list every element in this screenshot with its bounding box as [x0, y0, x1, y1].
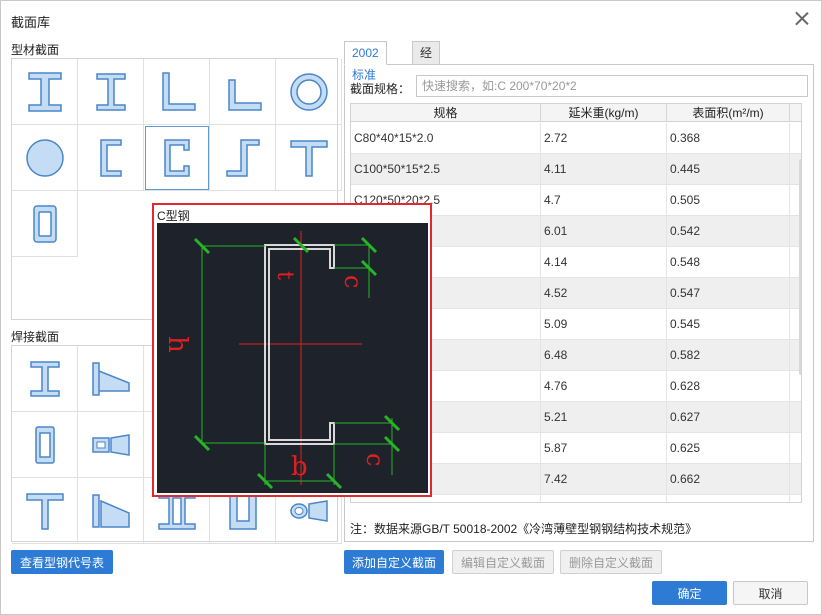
welded-tapered-i-item[interactable]	[78, 346, 144, 412]
cell-area: 0.582	[667, 340, 790, 371]
table-scrollbar[interactable]	[799, 159, 801, 375]
cell-weight: 4.52	[541, 278, 667, 309]
unequal-angle-item[interactable]	[210, 59, 276, 125]
tab-experience-data[interactable]: 经验数据	[412, 41, 441, 126]
section-library-dialog: 截面库 型材截面 焊接截面 查看型钢代号表 2002标准 经 截面规格： 快速搜…	[0, 0, 822, 615]
t-label: t	[272, 271, 297, 280]
tapered-box-icon	[91, 433, 130, 456]
rect-tube-item[interactable]	[12, 191, 78, 257]
i-beam-icon	[27, 71, 62, 112]
cell-weight: 6.01	[541, 216, 667, 247]
section-preview-popup: C型钢 h b t c c	[152, 203, 432, 497]
cell-spec: C80*40*15*2.0	[351, 123, 541, 154]
cell-spec: C100*50*15*2.5	[351, 154, 541, 185]
c-steel-icon	[163, 138, 190, 177]
column-header-area[interactable]: 表面积(m²/m)	[667, 104, 790, 122]
cell-area: 0.625	[667, 433, 790, 464]
welded-tapered-box-item[interactable]	[78, 412, 144, 478]
tapered-t-icon	[91, 493, 130, 528]
c-steel-item[interactable]	[144, 125, 210, 191]
cell-area: 0.542	[667, 216, 790, 247]
h-beam-item[interactable]	[78, 59, 144, 125]
channel-item[interactable]	[78, 125, 144, 191]
cell-weight: 4.11	[541, 154, 667, 185]
z-steel-item[interactable]	[210, 125, 276, 191]
cell-area: 0.548	[667, 247, 790, 278]
tapered-i-icon	[91, 361, 130, 396]
cell-weight: 4.7	[541, 185, 667, 216]
table-header: 规格 延米重(kg/m) 表面积(m²/m)	[351, 104, 801, 122]
ok-button[interactable]: 确定	[652, 581, 727, 605]
cell-weight: 5.87	[541, 433, 667, 464]
cell-weight: 4.76	[541, 371, 667, 402]
b-label: b	[291, 452, 308, 482]
cell-area: 0.445	[667, 154, 790, 185]
rect-tube-icon	[32, 204, 57, 243]
cell-weight: 5.09	[541, 309, 667, 340]
welded-box-item[interactable]	[12, 412, 78, 478]
c-top-label: c	[339, 275, 367, 288]
table-row[interactable]: C80*40*15*2.0 2.72 0.368	[351, 123, 801, 154]
data-source-note: 注：数据来源GB/T 50018-2002《冷湾薄壁型钢钢结构技术规范》	[350, 522, 698, 536]
cell-area: 0.662	[667, 464, 790, 495]
cell-area: 0.545	[667, 309, 790, 340]
cell-weight: 5.39	[541, 495, 667, 502]
t-steel-item[interactable]	[276, 125, 342, 191]
view-steel-codes-button[interactable]: 查看型钢代号表	[11, 550, 113, 574]
pipe-icon	[289, 72, 328, 111]
cell-weight: 5.21	[541, 402, 667, 433]
cell-weight: 6.48	[541, 340, 667, 371]
cell-weight: 4.14	[541, 247, 667, 278]
cell-area: 0.368	[667, 123, 790, 154]
tab-2002-standard[interactable]: 2002标准	[344, 41, 387, 82]
preview-drawing: h b t c c	[157, 223, 428, 493]
add-custom-section-button[interactable]: 添加自定义截面	[344, 550, 444, 574]
cell-area: 0.628	[667, 371, 790, 402]
delete-custom-section-button[interactable]: 删除自定义截面	[560, 550, 662, 574]
t-steel-icon	[289, 139, 328, 177]
welded-section-label: 焊接截面	[11, 330, 60, 344]
cell-weight: 2.72	[541, 123, 667, 154]
cell-area: 0.547	[667, 278, 790, 309]
profile-section-label: 型材截面	[11, 43, 60, 57]
edit-custom-section-button[interactable]: 编辑自定义截面	[452, 550, 554, 574]
welded-i-item[interactable]	[12, 346, 78, 412]
round-bar-item[interactable]	[12, 125, 78, 191]
spec-search-input[interactable]	[416, 75, 808, 97]
channel-icon	[99, 138, 122, 177]
cancel-button[interactable]: 取消	[733, 581, 808, 605]
welded-t-item[interactable]	[12, 478, 78, 544]
angle-icon	[161, 71, 196, 111]
equal-angle-item[interactable]	[144, 59, 210, 125]
unequal-angle-icon	[227, 78, 262, 111]
cell-weight: 7.42	[541, 464, 667, 495]
column-header-spec[interactable]: 规格	[351, 104, 541, 122]
z-steel-icon	[225, 138, 260, 177]
pipe-item[interactable]	[276, 59, 342, 125]
h-label: h	[162, 336, 192, 353]
round-bar-icon	[25, 138, 64, 177]
c-steel-dimension-drawing: h b t c c	[162, 231, 401, 490]
h-beam-icon	[95, 72, 126, 111]
welded-i-icon	[29, 360, 60, 397]
column-header-weight[interactable]: 延米重(kg/m)	[541, 104, 667, 122]
table-row[interactable]: C100*50*15*2.5 4.11 0.445	[351, 154, 801, 185]
box-icon	[34, 425, 55, 464]
cell-area: 0.505	[667, 185, 790, 216]
welded-t-icon	[25, 492, 64, 530]
welded-tapered-t-item[interactable]	[78, 478, 144, 544]
c-bottom-label: c	[361, 453, 389, 466]
cell-area: 0.627	[667, 402, 790, 433]
cell-area: 0.708	[667, 495, 790, 502]
i-beam-item[interactable]	[12, 59, 78, 125]
dialog-title: 截面库	[11, 15, 51, 30]
close-icon[interactable]	[795, 11, 809, 25]
preview-title: C型钢	[157, 209, 190, 223]
